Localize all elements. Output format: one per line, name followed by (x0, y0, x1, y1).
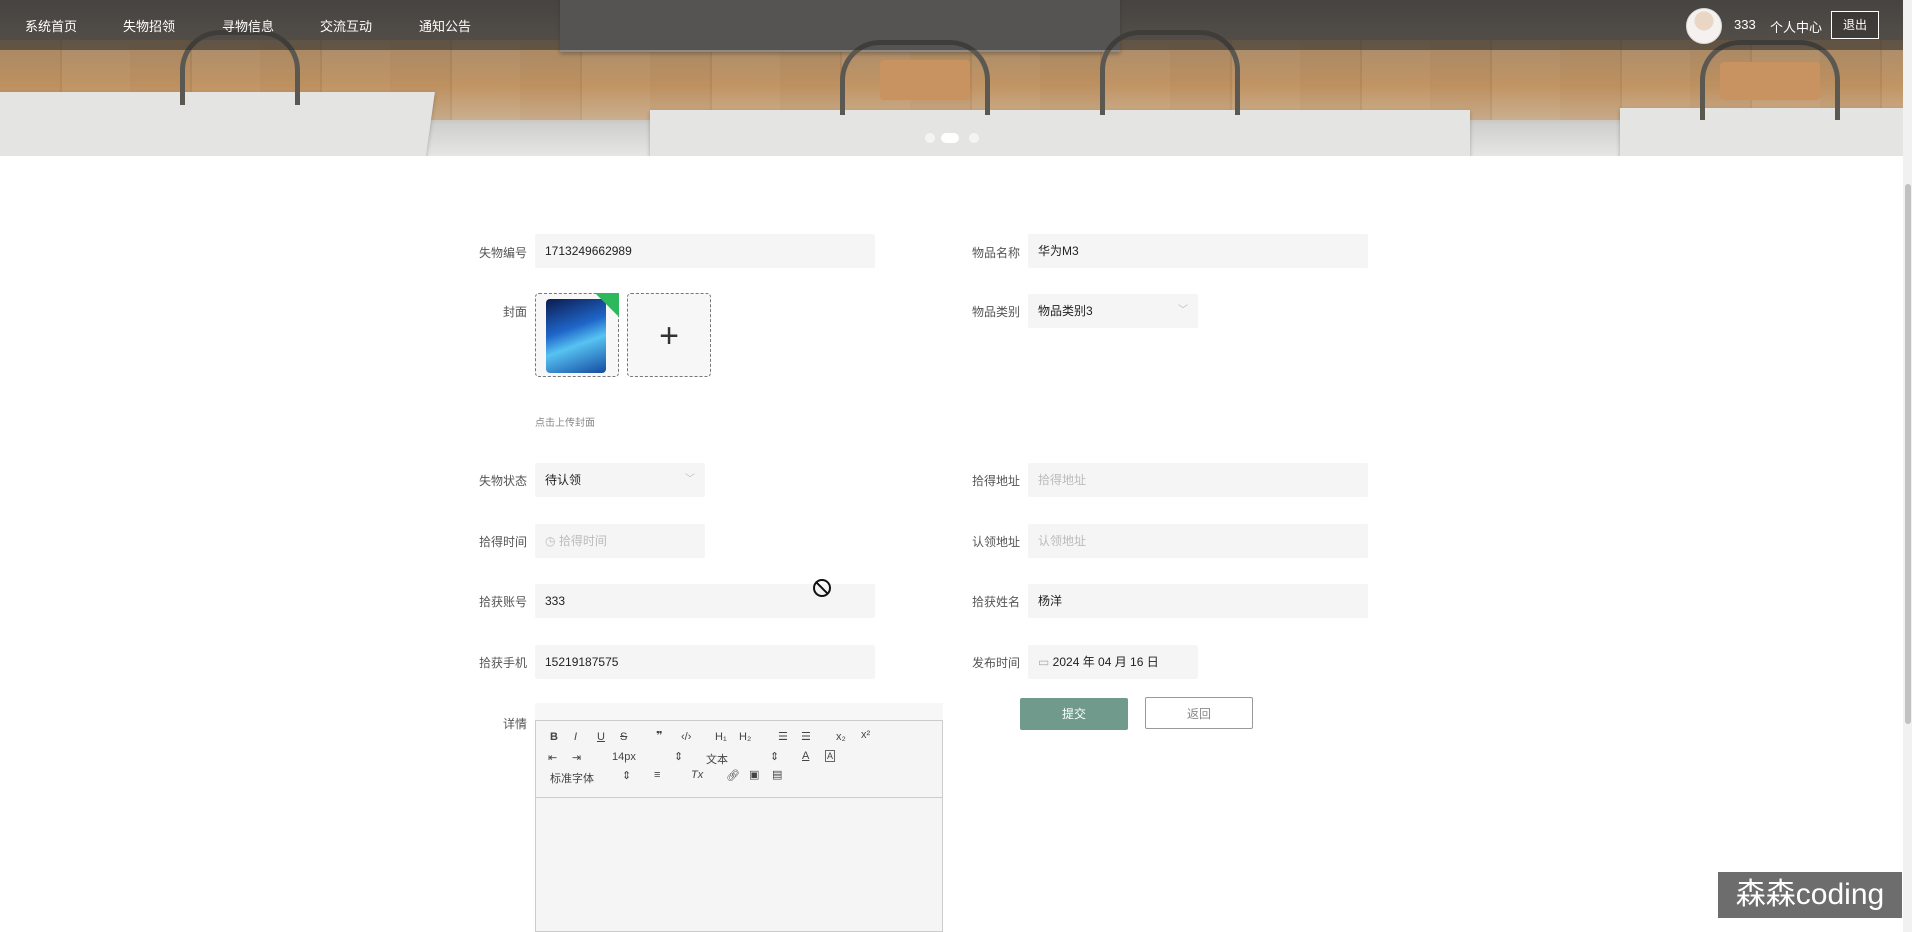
publish-time-label: 发布时间 (971, 656, 1020, 670)
indent-icon[interactable]: ⇥ (572, 751, 581, 764)
nav-home[interactable]: 系统首页 (25, 16, 77, 35)
item-name-label: 物品名称 (971, 246, 1020, 260)
status-label: 失物状态 (478, 474, 527, 488)
clock-icon: ◷ (545, 534, 559, 548)
underline-icon[interactable]: U (597, 731, 605, 743)
ordered-list-icon[interactable]: ☰ (778, 730, 788, 743)
background-color-icon[interactable]: A (825, 750, 836, 762)
image-icon[interactable]: ▣ (749, 768, 759, 781)
cover-label: 封面 (502, 305, 527, 319)
publish-time-picker[interactable]: ▭ 2024 年 04 月 16 日 (1028, 645, 1198, 679)
found-time-label: 拾得时间 (478, 535, 527, 549)
blockquote-icon[interactable]: ❞ (656, 729, 662, 742)
found-place-field[interactable]: 拾得地址 (1028, 463, 1368, 497)
nav-lost-found[interactable]: 失物招领 (123, 16, 175, 35)
nav-forum[interactable]: 交流互动 (320, 16, 372, 35)
uploaded-badge-icon (595, 293, 619, 317)
upload-hint: 点击上传封面 (535, 418, 595, 429)
nav-search-items[interactable]: 寻物信息 (222, 16, 274, 35)
clear-format-icon[interactable]: Tx (691, 769, 703, 781)
upload-button[interactable]: + (627, 293, 711, 377)
code-icon[interactable]: ‹/› (681, 731, 691, 743)
not-allowed-cursor-icon (813, 579, 831, 597)
lost-id-field[interactable]: 1713249662989 (535, 234, 875, 268)
watermark: 森森coding (1718, 872, 1902, 918)
logout-button[interactable]: 退出 (1831, 11, 1879, 39)
banner-seat (880, 60, 970, 100)
link-icon[interactable]: 🔗︎ (726, 769, 740, 782)
found-time-picker[interactable]: ◷ 拾得时间 (535, 524, 705, 558)
finder-phone-field[interactable]: 15219187575 (535, 645, 875, 679)
back-button[interactable]: 返回 (1145, 697, 1253, 729)
superscript-icon[interactable]: x² (861, 729, 870, 741)
editor-toolbar: B I U S ❞ ‹/› H₁ H₂ ☰ ☰ x₂ x² ⇤ ⇥ 14px ⇕… (536, 721, 942, 798)
h1-icon[interactable]: H₁ (715, 731, 727, 743)
banner-desk (650, 110, 1470, 156)
carousel-dot-active[interactable] (941, 133, 959, 143)
rich-text-editor[interactable]: B I U S ❞ ‹/› H₁ H₂ ☰ ☰ x₂ x² ⇤ ⇥ 14px ⇕… (535, 720, 943, 932)
nav-notices[interactable]: 通知公告 (419, 16, 471, 35)
top-navbar: 系统首页 失物招领 寻物信息 交流互动 通知公告 333 个人中心 退出 (0, 0, 1903, 50)
font-family-select[interactable]: 标准字体 (550, 770, 594, 786)
bullet-list-icon[interactable]: ☰ (801, 730, 811, 743)
chevron-updown-icon: ⇕ (622, 770, 632, 782)
item-name-field[interactable]: 华为M3 (1028, 234, 1368, 268)
submit-button[interactable]: 提交 (1020, 698, 1128, 730)
publish-time-value: 2024 年 04 月 16 日 (1052, 655, 1159, 669)
category-select[interactable]: 物品类别3 ﹀ (1028, 294, 1198, 328)
scrollbar-thumb[interactable] (1905, 184, 1911, 724)
outdent-icon[interactable]: ⇤ (548, 751, 557, 764)
editor-top-strip (535, 703, 943, 720)
avatar[interactable] (1686, 8, 1722, 44)
header-select[interactable]: 文本 (706, 751, 728, 767)
category-label: 物品类别 (971, 305, 1020, 319)
category-value: 物品类别3 (1038, 304, 1093, 318)
details-label: 详情 (502, 717, 527, 731)
banner-seat (1720, 62, 1820, 100)
finder-account-label: 拾获账号 (478, 595, 527, 609)
calendar-icon: ▭ (1038, 655, 1053, 669)
h2-icon[interactable]: H₂ (739, 731, 751, 743)
finder-phone-label: 拾获手机 (478, 656, 527, 670)
font-color-icon[interactable]: A (802, 750, 809, 762)
carousel-dot[interactable] (969, 133, 979, 143)
lost-id-label: 失物编号 (478, 246, 527, 260)
claim-place-field[interactable]: 认领地址 (1028, 524, 1368, 558)
align-icon[interactable]: ≡ (654, 769, 660, 781)
italic-icon[interactable]: I (574, 731, 577, 743)
chevron-down-icon: ﹀ (685, 474, 695, 485)
finder-name-label: 拾获姓名 (971, 595, 1020, 609)
chevron-updown-icon: ⇕ (770, 751, 780, 763)
found-time-placeholder: 拾得时间 (558, 534, 607, 548)
finder-name-field[interactable]: 杨洋 (1028, 584, 1368, 618)
font-size-select[interactable]: 14px (612, 751, 636, 763)
status-select[interactable]: 待认领 ﹀ (535, 463, 705, 497)
video-icon[interactable]: ▤ (772, 768, 782, 781)
chevron-updown-icon: ⇕ (674, 751, 684, 763)
found-place-label: 拾得地址 (971, 474, 1020, 488)
username: 333 (1734, 17, 1756, 32)
banner-carousel: 系统首页 失物招领 寻物信息 交流互动 通知公告 333 个人中心 退出 (0, 0, 1903, 156)
claim-place-label: 认领地址 (971, 535, 1020, 549)
subscript-icon[interactable]: x₂ (836, 731, 846, 743)
chevron-down-icon: ﹀ (1178, 305, 1188, 316)
strike-icon[interactable]: S (620, 731, 627, 743)
bold-icon[interactable]: B (550, 731, 558, 743)
carousel-dot[interactable] (925, 133, 935, 143)
status-value: 待认领 (545, 473, 582, 487)
cover-image[interactable] (535, 293, 619, 377)
plus-icon: + (659, 317, 679, 355)
profile-link[interactable]: 个人中心 (1770, 17, 1822, 36)
